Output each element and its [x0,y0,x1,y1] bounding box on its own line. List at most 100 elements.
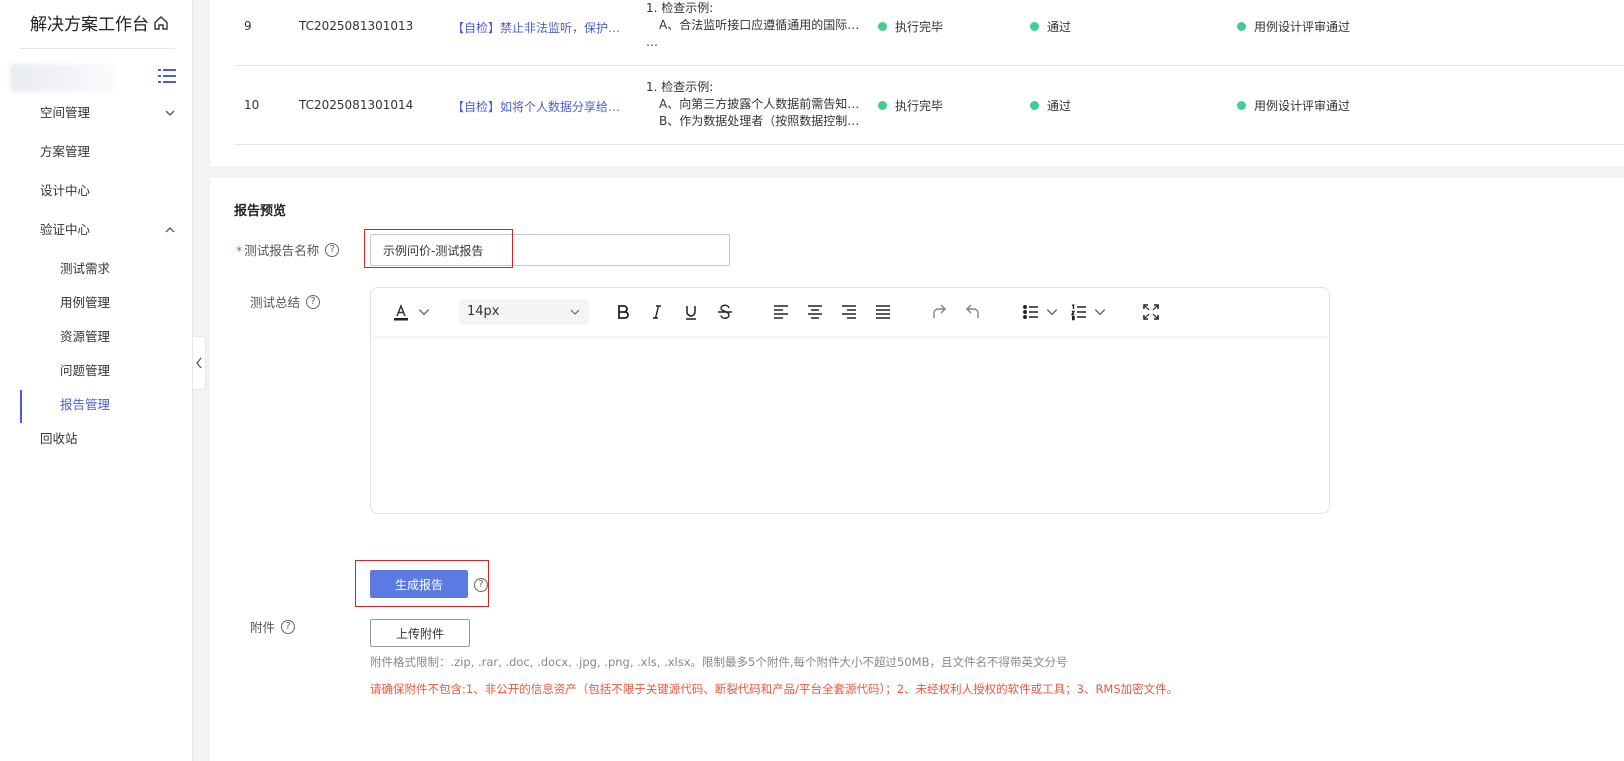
attachment-label: 附件 ? [250,617,296,636]
upload-attachment-button[interactable]: 上传附件 [370,619,470,647]
sidebar: 解决方案工作台 空间管理 方案管理 设计中心 验证中心 测试需求 用例管理 资源… [0,0,193,761]
exec-status-text: 执行完毕 [895,20,944,34]
sidebar-subitem-issue-management[interactable]: 问题管理 [60,360,110,382]
review-text: 用例设计评审通过 [1254,99,1351,113]
strikethrough-icon [718,304,732,319]
sidebar-subitem-label: 问题管理 [60,363,111,378]
table-row[interactable]: 9 TC2025081301013 【自检】禁止非法监听，保护… 1. 检查示例… [234,0,1624,66]
help-icon[interactable]: ? [306,294,321,309]
workbench-title-text: 解决方案工作台 [30,15,149,35]
report-name-label: * 测试报告名称 ? [236,240,340,259]
status-dot [1237,22,1246,31]
bold-button[interactable] [613,302,633,322]
list-menu-icon[interactable] [158,68,176,84]
cell-check-steps: 1. 检查示例: A、合法监听接口应遵循通用的国际… … [646,0,859,51]
font-size-select[interactable]: 14px [459,299,589,325]
result-text: 通过 [1047,20,1072,34]
bullet-list-button[interactable] [1021,302,1059,322]
cell-no: 9 [244,19,252,33]
cell-case-title-link[interactable]: 【自检】禁止非法监听，保护… [452,19,620,36]
fullscreen-icon [1143,304,1159,320]
chevron-down-icon [1046,309,1058,316]
sidebar-divider [20,48,175,49]
home-icon[interactable] [153,15,169,31]
sidebar-subitem-label: 资源管理 [60,329,111,344]
sidebar-subitem-resource-management[interactable]: 资源管理 [60,326,110,348]
help-icon[interactable]: ? [474,578,488,592]
undo-button[interactable] [963,302,983,322]
workspace-selector[interactable] [10,64,116,92]
help-icon[interactable]: ? [281,619,296,634]
cell-case-id: TC2025081301013 [299,19,414,33]
report-name-label-text: 测试报告名称 [244,243,320,258]
status-dot [1237,101,1246,110]
font-size-value: 14px [467,304,500,319]
check-line: B、作为数据处理者（按照数据控制… [659,114,860,128]
exec-status-text: 执行完毕 [895,99,944,113]
attachment-label-text: 附件 [250,620,276,635]
cell-case-id: TC2025081301014 [299,98,414,112]
sidebar-subitem-report-management[interactable]: 报告管理 [60,394,110,416]
strikethrough-button[interactable] [715,302,735,322]
sidebar-subitem-label: 用例管理 [60,295,111,310]
attachment-format-note: 附件格式限制：.zip, .rar, .doc, .docx, .jpg, .p… [370,655,1068,669]
table-row[interactable]: 10 TC2025081301014 【自检】如将个人数据分享给… 1. 检查示… [234,67,1624,145]
cell-check-steps: 1. 检查示例: A、向第三方披露个人数据前需告知… B、作为数据处理者（按照数… [646,79,859,130]
underline-button[interactable] [681,302,701,322]
cell-no: 10 [244,98,260,112]
status-dot [1030,101,1039,110]
sidebar-item-design[interactable]: 设计中心 [40,179,180,203]
font-color-button[interactable] [391,302,431,322]
cell-exec-status: 执行完毕 [878,97,943,114]
chevron-down-icon [570,309,580,315]
redo-button[interactable] [929,302,949,322]
status-dot [878,101,887,110]
sidebar-item-space[interactable]: 空间管理 [40,101,180,125]
status-dot [1030,22,1039,31]
rich-text-editor[interactable]: 14px [370,287,1330,514]
cell-result: 通过 [1030,97,1071,114]
undo-icon [965,304,979,318]
align-right-button[interactable] [839,302,859,322]
align-left-icon [774,305,788,319]
cell-result: 通过 [1030,18,1071,35]
sidebar-item-solution[interactable]: 方案管理 [40,140,180,164]
sidebar-item-label: 空间管理 [40,105,91,120]
sidebar-item-verification[interactable]: 验证中心 [40,218,180,242]
chevron-down-icon [1094,309,1106,316]
ordered-list-button[interactable] [1069,302,1107,322]
check-line: 1. 检查示例: [646,80,714,94]
align-center-button[interactable] [805,302,825,322]
attachment-warning: 请确保附件不包含:1、非公开的信息资产（包括不限于关键源代码、断裂代码和产品/平… [370,682,1179,696]
report-name-input[interactable] [370,234,730,266]
bold-icon [618,305,629,319]
editor-content-area[interactable] [371,336,1329,514]
result-text: 通过 [1047,99,1072,113]
chevron-down-icon [165,110,175,116]
chevron-down-icon [418,309,430,316]
section-title: 报告预览 [234,204,287,219]
ordered-list-icon [1070,304,1086,321]
report-preview-panel: 报告预览 *测试报告名称 ? 测试总结 ? 14px [210,178,1624,761]
sidebar-subitem-case-management[interactable]: 用例管理 [60,292,110,314]
check-line: 1. 检查示例: [646,1,714,15]
sidebar-collapse-toggle[interactable] [193,336,206,390]
sidebar-subitem-test-requirements[interactable]: 测试需求 [60,258,110,280]
review-text: 用例设计评审通过 [1254,20,1351,34]
cell-exec-status: 执行完毕 [878,18,943,35]
align-justify-button[interactable] [873,302,893,322]
workbench-title[interactable]: 解决方案工作台 [30,10,169,35]
align-left-button[interactable] [771,302,791,322]
fullscreen-button[interactable] [1141,302,1161,322]
help-icon[interactable]: ? [325,242,340,257]
chevron-left-icon [196,357,202,369]
italic-button[interactable] [647,302,667,322]
summary-label-text: 测试总结 [250,295,301,310]
status-dot [878,22,887,31]
cell-case-title-link[interactable]: 【自检】如将个人数据分享给… [452,98,620,115]
sidebar-item-label: 回收站 [40,431,78,446]
sidebar-item-recycle-bin[interactable]: 回收站 [40,427,180,451]
active-indicator [20,390,22,423]
sidebar-item-label: 设计中心 [40,183,91,198]
generate-report-button[interactable]: 生成报告 [370,570,468,598]
